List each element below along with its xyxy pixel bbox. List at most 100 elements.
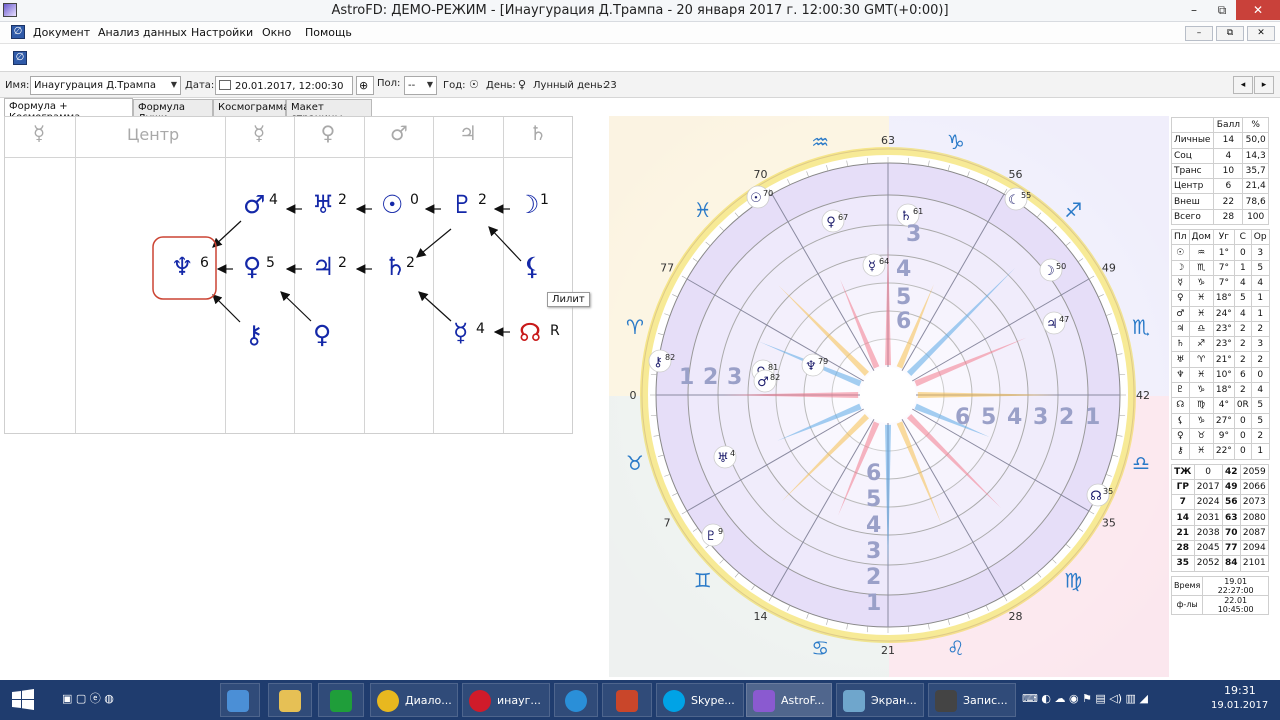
menu-window[interactable]: Окно: [262, 26, 291, 39]
menu-settings[interactable]: Настройки: [191, 26, 253, 39]
years-row-cell: 2073: [1239, 494, 1270, 511]
mdi-restore-button[interactable]: ⧉: [1216, 26, 1244, 41]
planet-mark-icon[interactable]: ♆: [805, 359, 817, 374]
taskbar-label: Диало...: [405, 694, 452, 707]
degree-label: 77: [660, 262, 674, 275]
planet-row: ⚸ ♑ 27° 0 5: [1171, 412, 1270, 429]
toolbar-app-icon[interactable]: ∅: [13, 51, 27, 65]
planet-mark-icon[interactable]: ♀: [826, 215, 836, 230]
next-button[interactable]: ▸: [1254, 76, 1274, 94]
document-icon[interactable]: ∅: [11, 25, 25, 39]
score-row-cell: 6: [1213, 178, 1244, 195]
years-row: 35 2052 84 2101: [1171, 555, 1270, 572]
planet-row-cell: 2: [1233, 382, 1252, 399]
date-field[interactable]: 20.01.2017, 12:00:30: [215, 76, 353, 95]
sex-value: --: [408, 80, 416, 91]
prev-button[interactable]: ◂: [1233, 76, 1253, 94]
taskbar-recorder[interactable]: Запис...: [928, 683, 1016, 717]
planet-mark-icon[interactable]: ☉: [750, 191, 762, 206]
planet-mark-icon[interactable]: ♃: [1046, 317, 1058, 332]
quicklaunch-icons[interactable]: ▣ ▢ ⓔ ◍: [62, 690, 114, 706]
taskbar-explorer[interactable]: [268, 683, 312, 717]
minimize-button[interactable]: –: [1180, 0, 1208, 20]
taskbar-powerpoint[interactable]: [602, 683, 652, 717]
chiron-symbol[interactable]: ⚷: [245, 321, 263, 349]
score-row: Личные 14 50,0: [1170, 132, 1269, 149]
years-row-cell: 63: [1221, 509, 1241, 526]
taskbar-store[interactable]: [318, 683, 364, 717]
globe-button[interactable]: ⊕: [356, 76, 374, 95]
degree-label: 14: [754, 610, 768, 623]
times-row: ф-лы 22.01 10:45:00: [1170, 594, 1269, 615]
taskbar: ▣ ▢ ⓔ ◍ Диало... инауг... Skype... Astro…: [0, 680, 1280, 720]
planet-row-cell: 2: [1233, 351, 1252, 368]
planet-row-cell: ♓: [1188, 366, 1214, 384]
mercury-symbol[interactable]: ☿: [453, 319, 468, 347]
planet-row: ♀ ♉ 9° 0 2: [1171, 427, 1270, 445]
start-button[interactable]: [10, 682, 40, 718]
formula-grid: ☿ Центр ☿ ♀ ♂ ♃ ♄ ♂ 4 ♅ 2 ☉ 0 ♇ 2 ☽ 1 ♆ …: [4, 116, 590, 434]
planet-mark-icon[interactable]: ♅: [717, 451, 729, 466]
jupiter-symbol[interactable]: ♃: [312, 253, 334, 281]
tab-cosmogram[interactable]: Космограмма: [213, 99, 289, 116]
planet-mark-number: 47: [1059, 315, 1069, 324]
tab-page-layout[interactable]: Макет страницы: [286, 99, 372, 124]
years-row-cell: 2101: [1239, 555, 1270, 572]
score-row-cell: Внеш: [1170, 193, 1215, 210]
moon-symbol[interactable]: ☽: [517, 191, 539, 219]
taskbar-screen[interactable]: Экран...: [836, 683, 924, 717]
taskbar-snipping[interactable]: [220, 683, 260, 717]
saturn-symbol[interactable]: ♄: [384, 253, 406, 281]
menu-help[interactable]: Помощь: [305, 26, 352, 39]
planet-row-cell: 0: [1233, 412, 1252, 429]
system-tray-icons[interactable]: ⌨ ◐ ☁ ◉ ⚑ ▤ ◁) ▥ ◢: [1022, 692, 1148, 705]
planet-mark-icon[interactable]: ☽: [1043, 264, 1055, 279]
pluto-symbol[interactable]: ♇: [451, 191, 473, 219]
planet-mark-icon[interactable]: ♂: [757, 375, 769, 390]
venus-symbol-2[interactable]: ♀: [313, 321, 331, 349]
zodiac-sign-icon: ♋: [811, 636, 829, 660]
sun-symbol[interactable]: ☉: [381, 191, 403, 219]
lilith-symbol[interactable]: ⚸: [523, 253, 541, 281]
sex-select[interactable]: -- ▼: [404, 76, 437, 95]
years-row-cell: 2066: [1239, 478, 1270, 496]
planet-mark-icon[interactable]: ☿: [868, 259, 876, 274]
taskbar-skype[interactable]: Skype...: [656, 683, 744, 717]
sun-icon: ☉: [469, 78, 479, 91]
taskbar-astrofd[interactable]: AstroF...: [746, 683, 832, 717]
planet-mark-icon[interactable]: ☊: [1090, 489, 1102, 504]
uranus-symbol[interactable]: ♅: [312, 191, 334, 219]
taskbar-opera[interactable]: инауг...: [462, 683, 550, 717]
node-symbol[interactable]: ☊: [519, 319, 541, 347]
planet-mark-icon[interactable]: ♇: [705, 529, 717, 544]
nav-buttons: ◂ ▸: [1233, 76, 1275, 94]
menu-analysis[interactable]: Анализ данных: [98, 26, 187, 39]
clock-time[interactable]: 19:31: [1224, 684, 1256, 697]
mars-symbol[interactable]: ♂: [243, 191, 265, 219]
taskbar-ie[interactable]: [554, 683, 598, 717]
menu-document[interactable]: Документ: [33, 26, 90, 39]
ring-number: 4: [866, 513, 881, 538]
name-select[interactable]: Инаугурация Д.Трампа ▼: [30, 76, 181, 95]
scissors-icon: [227, 690, 249, 712]
venus-symbol[interactable]: ♀: [243, 253, 261, 281]
taskbar-label: Запис...: [963, 694, 1008, 707]
degree-label: 21: [881, 644, 895, 657]
mdi-close-button[interactable]: ✕: [1247, 26, 1275, 41]
planet-head: Ор: [1250, 229, 1270, 246]
planet-mark-icon[interactable]: ⚷: [653, 355, 663, 370]
tab-soul-formula[interactable]: Формула Души: [133, 99, 213, 124]
maximize-button[interactable]: ⧉: [1208, 0, 1236, 20]
tab-formula-cosmogram[interactable]: Формула + Космограмма: [4, 98, 133, 123]
mdi-minimize-button[interactable]: –: [1185, 26, 1213, 41]
close-button[interactable]: ✕: [1236, 0, 1280, 20]
planet-row-cell: ♑: [1188, 382, 1214, 399]
taskbar-chrome[interactable]: Диало...: [370, 683, 458, 717]
calendar-icon: [219, 80, 231, 90]
clock-date[interactable]: 19.01.2017: [1211, 700, 1268, 711]
score-row-cell: Транс: [1170, 162, 1215, 180]
planet-row-cell: ♅: [1171, 351, 1190, 368]
chevron-down-icon: ▼: [170, 80, 177, 89]
neptune-symbol[interactable]: ♆: [171, 253, 193, 281]
planet-mark-icon[interactable]: ☾: [1008, 193, 1020, 208]
